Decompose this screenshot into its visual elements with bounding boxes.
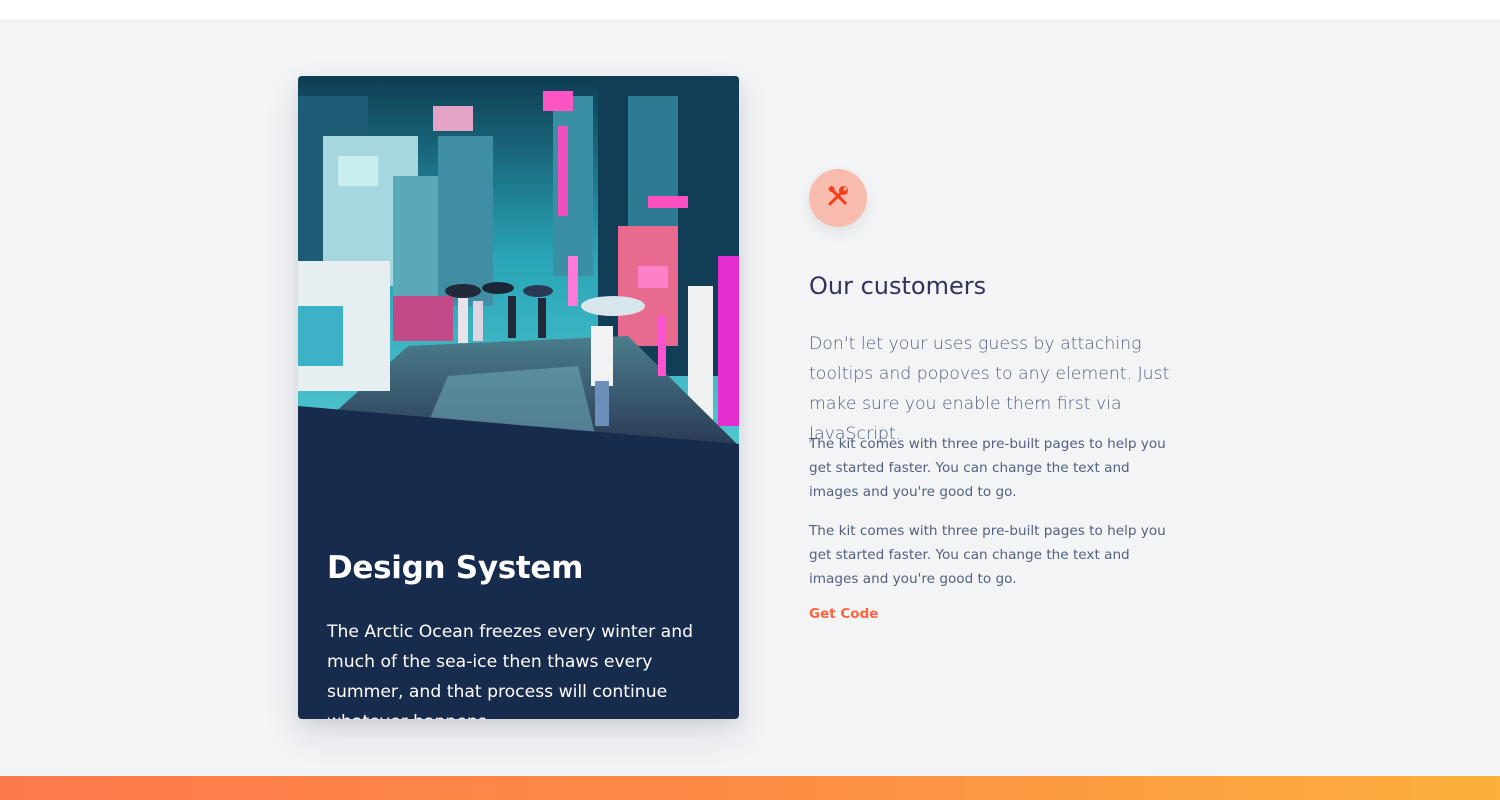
feature-paragraph: The kit comes with three pre-built pages… bbox=[809, 436, 1166, 500]
tools-icon bbox=[826, 184, 850, 212]
gradient-footer-bar bbox=[0, 776, 1500, 800]
card-title: Design System bbox=[327, 550, 584, 586]
top-strip bbox=[0, 0, 1500, 19]
feature-section bbox=[0, 19, 1500, 776]
get-code-link[interactable]: Get Code bbox=[809, 606, 878, 622]
feature-lead-text: Don't let your uses guess by attaching t… bbox=[809, 334, 1170, 444]
card-description: The Arctic Ocean freezes every winter an… bbox=[327, 622, 694, 719]
card-image bbox=[298, 76, 739, 446]
design-system-card: Design System The Arctic Ocean freezes e… bbox=[298, 76, 739, 719]
neon-street-photo bbox=[298, 76, 739, 446]
feature-icon-circle bbox=[809, 169, 867, 227]
feature-paragraph: The kit comes with three pre-built pages… bbox=[809, 523, 1166, 587]
feature-heading: Our customers bbox=[809, 272, 987, 300]
